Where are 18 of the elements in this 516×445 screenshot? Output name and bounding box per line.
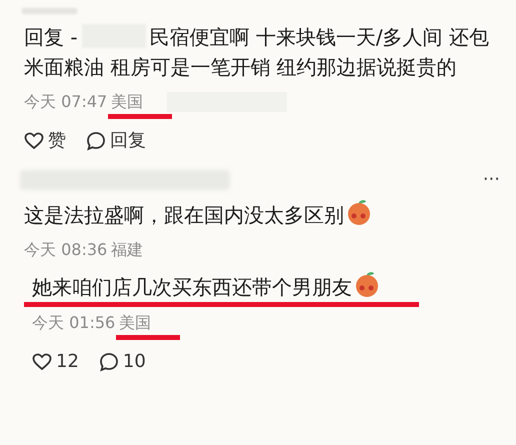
reply-button[interactable]: 回复 (86, 127, 146, 154)
like-button[interactable]: 12 (32, 348, 79, 375)
comment-text: 回复 - 民宿便宜啊 十来块钱一天/多人间 还包米面粮油 租房可是一笔开销 纽约那边据说挺贵的 (24, 23, 490, 81)
like-button[interactable]: 赞 (24, 127, 66, 154)
heart-icon (24, 132, 44, 150)
comment-location: 美国 (111, 91, 144, 113)
reply-button[interactable]: 10 (98, 348, 146, 375)
comment-location: 福建 (111, 239, 144, 261)
comment-location: 美国 (119, 312, 152, 334)
comment-icon (86, 130, 106, 150)
more-button[interactable]: ··· (482, 171, 500, 189)
comment-time: 今天 07:47 (24, 91, 108, 113)
comment-time: 今天 08:36 (24, 239, 108, 261)
comment-text: 这是法拉盛啊，跟在国内没太多区别 (24, 198, 504, 230)
heart-icon (32, 352, 52, 370)
comment-icon (98, 352, 119, 372)
comment-text: 她来咱们店几次买东西还带个男朋友 (32, 270, 512, 302)
comment-time: 今天 01:56 (32, 312, 116, 334)
